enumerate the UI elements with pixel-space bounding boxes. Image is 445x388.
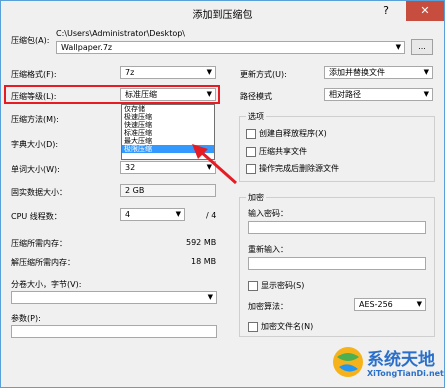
options-title: 选项 [246, 111, 266, 122]
password-label: 输入密码： [248, 209, 288, 218]
chevron-down-icon: ▼ [416, 300, 422, 308]
title-bar: 添加到压缩包 ? ✕ [1, 1, 444, 23]
chevron-down-icon: ▼ [206, 68, 212, 76]
sfx-label: 创建自释放程序(X) [259, 129, 327, 138]
enc-method-combo[interactable]: AES-256 ▼ [354, 298, 426, 311]
mem-compress-value: 592 MB [186, 238, 217, 247]
options-group: 选项 创建自释放程序(X) 压缩共享文件 操作完成后删除源文件 [239, 111, 435, 182]
format-value: 7z [125, 68, 135, 77]
encrypt-names-label: 加密文件名(N) [261, 322, 314, 331]
params-label: 参数(P): [11, 314, 41, 323]
share-label: 压缩共享文件 [259, 147, 307, 156]
path-mode-combo[interactable]: 相对路径 ▼ [324, 88, 433, 101]
params-input[interactable] [11, 325, 217, 338]
add-to-archive-dialog: 添加到压缩包 ? ✕ 压缩包(A): C:\Users\Administrato… [0, 0, 445, 388]
threads-combo[interactable]: 4 ▼ [120, 208, 185, 221]
password-input[interactable] [248, 221, 426, 234]
show-password-checkbox[interactable] [248, 281, 258, 291]
volume-label: 分卷大小，字节(V): [11, 280, 82, 289]
threads-total: / 4 [206, 211, 217, 220]
archive-label: 压缩包(A): [11, 36, 50, 45]
close-button[interactable]: ✕ [406, 1, 444, 21]
delete-source-checkbox[interactable] [246, 164, 256, 174]
solid-value: 2 GB [125, 186, 145, 195]
threads-label: CPU 线程数： [11, 212, 62, 221]
delete-source-label: 操作完成后删除源文件 [259, 164, 339, 173]
show-password-label: 显示密码(S) [261, 281, 305, 290]
mem-decompress-value: 18 MB [191, 257, 217, 266]
chevron-down-icon: ▼ [423, 68, 429, 76]
archive-name-value: Wallpaper.7z [61, 43, 113, 52]
word-value: 32 [125, 163, 136, 172]
update-combo[interactable]: 添加并替换文件 ▼ [324, 66, 433, 79]
password-confirm-label: 重新输入： [248, 245, 288, 254]
format-label: 压缩格式(F): [11, 70, 57, 79]
solid-label: 固实数据大小： [11, 188, 67, 197]
red-highlight-box [4, 85, 220, 104]
enc-method-label: 加密算法： [248, 302, 288, 311]
word-label: 单词大小(W): [11, 165, 60, 174]
globe-icon [333, 347, 363, 377]
chevron-down-icon: ▼ [207, 293, 213, 301]
encrypt-names-checkbox[interactable] [248, 322, 258, 332]
encryption-group: 加密 输入密码： 重新输入： 显示密码(S) 加密算法： AES-256 ▼ 加… [239, 192, 435, 337]
level-option[interactable]: 极速压缩 [122, 113, 214, 121]
share-checkbox[interactable] [246, 147, 256, 157]
path-mode-value: 相对路径 [329, 90, 361, 99]
dict-label: 字典大小(D): [11, 140, 59, 149]
watermark-title: 系统天地 [367, 350, 435, 370]
chevron-down-icon: ▼ [395, 43, 401, 51]
path-mode-label: 路径模式 [240, 92, 272, 101]
chevron-down-icon: ▼ [423, 90, 429, 98]
format-combo[interactable]: 7z ▼ [120, 66, 216, 79]
level-option[interactable]: 标准压缩 [122, 129, 214, 137]
browse-button[interactable]: ... [411, 39, 433, 55]
update-label: 更新方式(U): [240, 70, 287, 79]
watermark-logo: 系统天地 XiTongTianDi.net [331, 341, 444, 387]
volume-combo[interactable]: ▼ [11, 291, 217, 304]
password-confirm-input[interactable] [248, 257, 426, 270]
help-button[interactable]: ? [375, 1, 397, 21]
level-option[interactable]: 仅存储 [122, 105, 214, 113]
chevron-down-icon: ▼ [175, 210, 181, 218]
sfx-checkbox[interactable] [246, 129, 256, 139]
archive-name-combo[interactable]: Wallpaper.7z ▼ [56, 41, 405, 54]
annotation-arrow-icon [192, 144, 237, 185]
update-value: 添加并替换文件 [329, 68, 385, 77]
mem-decompress-label: 解压缩所需内存： [11, 258, 75, 267]
threads-value: 4 [125, 210, 131, 219]
mem-compress-label: 压缩所需内存： [11, 239, 67, 248]
encryption-title: 加密 [246, 192, 266, 203]
method-label: 压缩方法(M): [11, 115, 59, 124]
watermark-url: XiTongTianDi.net [367, 369, 444, 378]
archive-path: C:\Users\Administrator\Desktop\ [56, 29, 185, 38]
enc-method-value: AES-256 [359, 300, 393, 309]
level-option[interactable]: 快速压缩 [122, 121, 214, 129]
